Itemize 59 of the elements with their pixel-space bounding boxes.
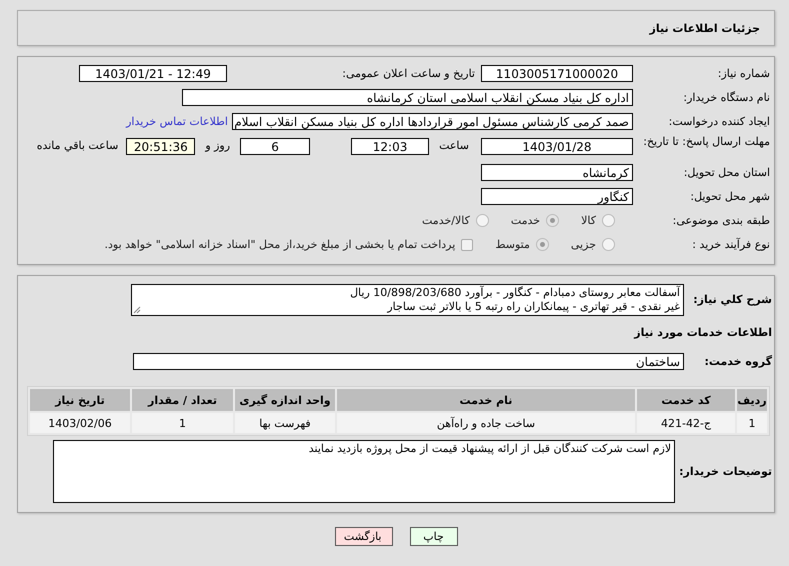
radio-label: متوسط xyxy=(495,238,530,251)
description-line: غیر نقدی - قیر تهاتری - پیمانکاران راه رتبه 5 یا بالاتر ثبت ساجار xyxy=(386,300,680,314)
field-label: نوع فرآیند خرید : xyxy=(691,238,771,251)
resize-handle-icon[interactable] xyxy=(133,306,141,314)
field-label: استان محل تحویل: xyxy=(682,166,771,179)
need-number-field: 1103005171000020 xyxy=(481,65,633,82)
days-field: 6 xyxy=(240,138,310,155)
radio-label: خدمت xyxy=(510,214,540,227)
page-title: جزئیات اطلاعات نیاز xyxy=(650,22,760,34)
field-label: ساعت xyxy=(439,139,469,152)
field-label: شرح کلي نیاز: xyxy=(692,293,772,306)
radio-button[interactable] xyxy=(476,214,489,227)
field-label: روز و xyxy=(205,139,230,152)
description-line: آسفالت معابر روستای دمبادام - کنگاور - برآورد 10/898/203/680 ریال xyxy=(349,286,680,300)
field-label: شماره نیاز: xyxy=(716,67,771,80)
radio-label: کالا xyxy=(581,214,596,227)
column-header: نام خدمت xyxy=(337,389,635,411)
field-label: مهلت ارسال پاسخ: تا تاریخ: xyxy=(642,135,771,148)
buyer-field: اداره کل بنیاد مسکن انقلاب اسلامی استان کرمانشاه xyxy=(182,89,633,106)
table-cell: ساخت جاده و راه‌آهن xyxy=(337,413,635,433)
field-label: توضیحات خریدار: xyxy=(679,465,772,478)
column-header: واحد اندازه گیری xyxy=(235,389,335,411)
column-header: تعداد / مقدار xyxy=(132,389,233,411)
checkbox[interactable] xyxy=(461,238,474,250)
radio-button[interactable] xyxy=(602,238,615,251)
column-header: ردیف xyxy=(737,389,767,411)
creator-field: صمد کرمی کارشناس مسئول امور قراردادها اداره کل بنیاد مسکن انقلاب اسلام xyxy=(232,113,633,130)
print-button[interactable]: چاپ xyxy=(410,527,458,546)
field-label: شهر محل تحویل: xyxy=(689,190,771,203)
radio-button[interactable] xyxy=(536,238,549,251)
radio-button[interactable] xyxy=(602,214,615,227)
table-cell: 1 xyxy=(132,413,233,433)
field-label: نام دستگاه خریدار: xyxy=(682,91,771,104)
column-header: تاریخ نیاز xyxy=(30,389,130,411)
checkbox-label: پرداخت تمام یا بخشی از مبلغ خرید،از محل "اسناد خزانه اسلامی" خواهد بود. xyxy=(104,238,456,251)
city-field: کنگاور xyxy=(481,188,633,205)
field-label: ساعت باقي مانده xyxy=(36,139,118,152)
column-header: کد خدمت xyxy=(637,389,735,411)
contact-link[interactable]: اطلاعات تماس خریدار xyxy=(126,115,228,128)
buyer-notes-field: لازم است شرکت کنندگان قبل از ارائه پیشنهاد قیمت از محل پروژه بازدید نمایند xyxy=(53,440,676,503)
field-label: تاریخ و ساعت اعلان عمومی: xyxy=(341,67,475,80)
announce-date-field: 1403/01/21 - 12:49 xyxy=(79,65,227,82)
deadline-date-field: 1403/01/28 xyxy=(481,138,633,155)
field-label: ایجاد کننده درخواست: xyxy=(668,115,771,128)
radio-button[interactable] xyxy=(546,214,560,227)
deadline-time-field: 12:03 xyxy=(351,138,430,155)
section-heading: اطلاعات خدمات مورد نیاز xyxy=(634,326,772,339)
table-cell: 1 xyxy=(737,413,767,433)
table-cell: ج-42-421 xyxy=(637,413,735,433)
province-field: کرمانشاه xyxy=(481,164,633,181)
radio-label: جزیی xyxy=(570,238,596,251)
field-label: طبقه بندی موضوعی: xyxy=(672,214,771,227)
radio-label: کالا/خدمت xyxy=(422,214,470,227)
table-cell: فهرست بها xyxy=(235,413,335,433)
table-cell: 1403/02/06 xyxy=(30,413,130,433)
back-button[interactable]: بازگشت xyxy=(334,527,392,546)
remaining-time-field: 20:51:36 xyxy=(126,138,196,155)
service-group-field: ساختمان xyxy=(133,353,684,370)
field-label: گروه خدمت: xyxy=(703,355,772,368)
